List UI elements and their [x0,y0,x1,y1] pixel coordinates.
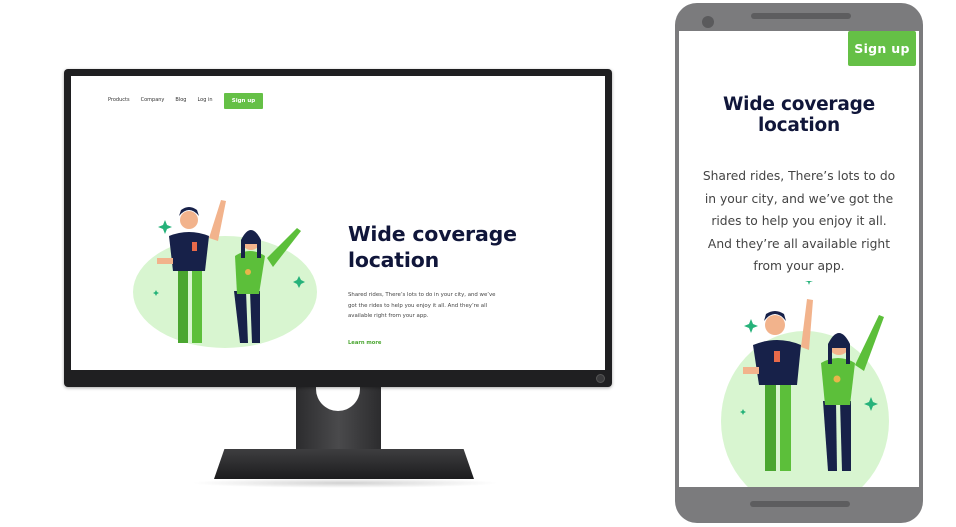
learn-more-link[interactable]: Learn more [348,340,381,346]
phone-speaker-bottom [750,501,850,507]
mobile-hero-title: Wide coverage location [722,94,876,136]
desktop-signup-button[interactable]: Sign up [224,93,263,109]
desktop-hero-description: Shared rides, There’s lots to do in your… [348,292,496,319]
power-button-icon [596,374,605,383]
phone-speaker-top [751,13,851,19]
desktop-nav: Products Company Blog Log in [108,97,213,103]
nav-link-login[interactable]: Log in [197,97,212,103]
nav-link-blog[interactable]: Blog [175,97,186,103]
monitor-stand-base [214,449,474,479]
desktop-hero-title: Wide coverage location [348,222,517,272]
mobile-screen: Sign up Wide coverage location Shared ri… [679,31,919,487]
riders-illustration-mobile [721,281,889,487]
riders-illustration [133,200,317,348]
stand-shadow [190,478,500,488]
camera-icon [702,16,714,28]
nav-link-products[interactable]: Products [108,97,130,103]
illustration-blob [133,236,317,348]
desktop-screen: Products Company Blog Log in Sign up Wid… [71,76,605,370]
mobile-signup-button[interactable]: Sign up [848,31,916,66]
nav-link-company[interactable]: Company [141,97,165,103]
mobile-hero-description: Shared rides, There’s lots to do in your… [702,169,896,274]
